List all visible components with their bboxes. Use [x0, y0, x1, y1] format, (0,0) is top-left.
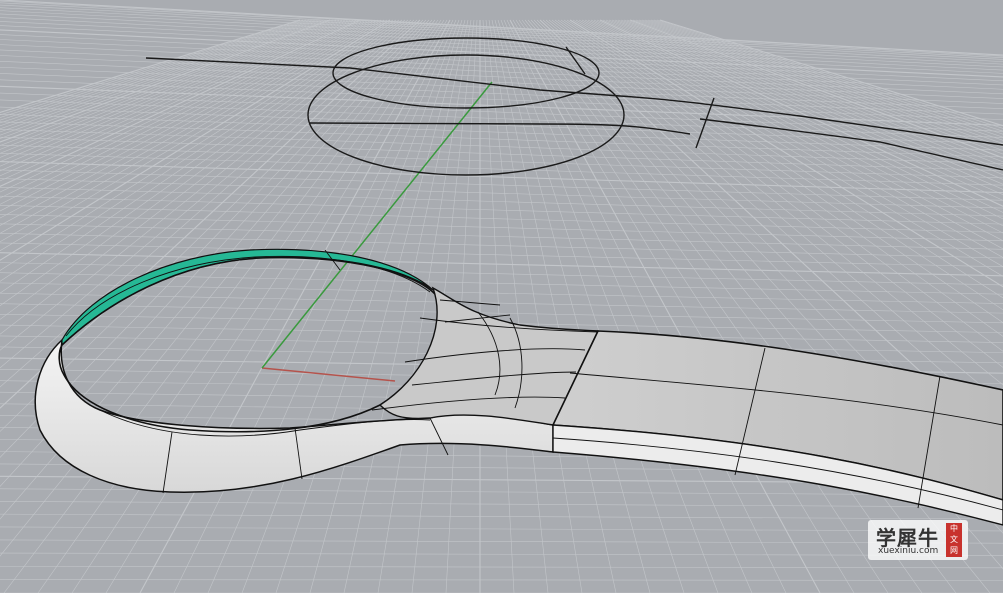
grid-line-horizontal: [0, 501, 1003, 508]
grid-line-horizontal: [0, 526, 1003, 532]
grid-line-vertical: [0, 19, 337, 150]
grid-line-horizontal: [0, 160, 1003, 194]
grid-line-horizontal: [0, 17, 1003, 68]
grid-line-vertical: [0, 19, 418, 388]
grid-line-horizontal: [0, 129, 1003, 164]
watermark-badge-char-2: 文: [950, 535, 958, 544]
watermark-url: xuexiniu.com: [878, 546, 939, 556]
watermark-badge-char-1: 中: [950, 524, 958, 533]
grid-line-vertical: [0, 19, 352, 172]
grid-line-horizontal: [0, 552, 1003, 556]
grid-line-vertical: [0, 19, 421, 409]
grid-line-horizontal: [0, 204, 1003, 233]
grid-line-vertical: [0, 19, 355, 177]
grid-line-horizontal: [0, 152, 1003, 186]
watermark-badge: 中 文 网: [946, 523, 962, 557]
ring-inner-band-selected[interactable]: [61, 248, 434, 347]
construction-grid: [0, 0, 1003, 593]
grid-line-vertical: [0, 19, 427, 458]
grid-line-vertical: [139, 19, 451, 593]
grid-line-vertical: [0, 19, 382, 234]
grid-line-vertical: [0, 19, 388, 252]
site-watermark: 学犀牛 xuexiniu.com 中 文 网: [868, 520, 968, 560]
grid-line-vertical: [0, 19, 430, 487]
grid-line-vertical: [0, 19, 436, 557]
grid-line-horizontal: [0, 303, 1003, 324]
grid-line-vertical: [521, 19, 957, 593]
grid-line-vertical: [506, 19, 787, 593]
grid-line-vertical: [0, 19, 415, 369]
grid-line-vertical: [0, 19, 424, 432]
grid-line-vertical: [3, 19, 439, 593]
grid-line-horizontal: [0, 7, 1003, 60]
grid-line-vertical: [0, 19, 358, 182]
grid-line-vertical: [488, 19, 583, 593]
profile-circle-upper[interactable]: [332, 37, 600, 109]
perspective-viewport[interactable]: 学犀牛 xuexiniu.com 中 文 网: [0, 0, 1003, 593]
grid-line-horizontal: [0, 178, 1003, 209]
grid-line-horizontal: [0, 2, 1003, 57]
grid-line-horizontal: [0, 539, 1003, 544]
grid-line-horizontal: [0, 0, 1003, 56]
grid-line-horizontal: [0, 0, 1003, 56]
grid-line-horizontal: [0, 579, 1003, 581]
watermark-badge-char-3: 网: [950, 546, 958, 555]
grid-line-horizontal: [0, 121, 1003, 158]
grid-line-vertical: [0, 19, 376, 219]
grid-line-vertical: [0, 19, 412, 351]
grid-line-vertical: [0, 19, 361, 187]
grid-line-horizontal: [0, 565, 1003, 569]
grid-line-vertical: [500, 19, 719, 593]
grid-line-vertical: [173, 19, 454, 593]
grid-line-horizontal: [0, 29, 1003, 78]
grid-line-vertical: [524, 19, 991, 593]
model-scene[interactable]: [0, 0, 1003, 593]
